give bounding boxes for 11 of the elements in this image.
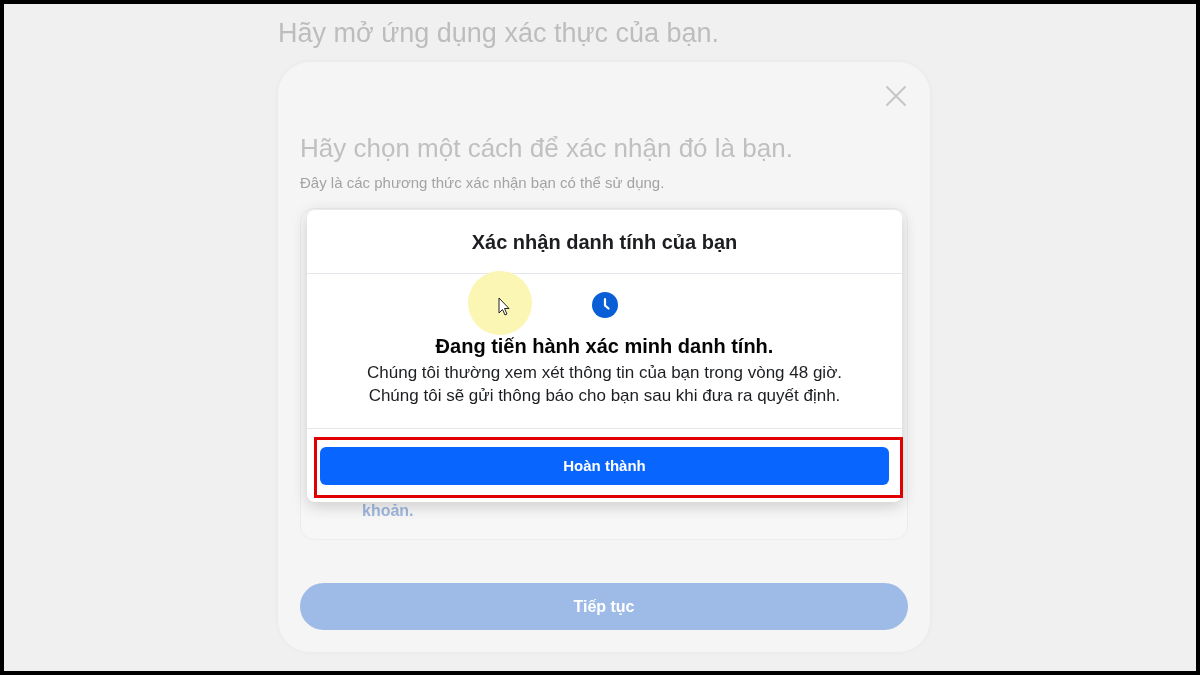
done-button[interactable]: Hoàn thành bbox=[320, 447, 889, 485]
mouse-pointer-icon bbox=[468, 271, 532, 335]
close-button[interactable] bbox=[884, 84, 908, 108]
modal-title: Xác nhận danh tính của bạn bbox=[471, 229, 738, 254]
close-icon bbox=[886, 86, 906, 106]
status-heading: Đang tiến hành xác minh danh tính. bbox=[435, 334, 774, 358]
dialog-subtitle: Đây là các phương thức xác nhận bạn có thể sử dụng. bbox=[300, 173, 665, 193]
option-text: khoản. bbox=[362, 501, 414, 521]
status-message: Chúng tôi thường xem xét thông tin của bạn trong vòng 48 giờ. bbox=[367, 362, 842, 384]
status-message: Chúng tôi sẽ gửi thông báo cho bạn sau khi đưa ra quyết định. bbox=[368, 385, 841, 407]
clock-icon bbox=[591, 292, 618, 318]
